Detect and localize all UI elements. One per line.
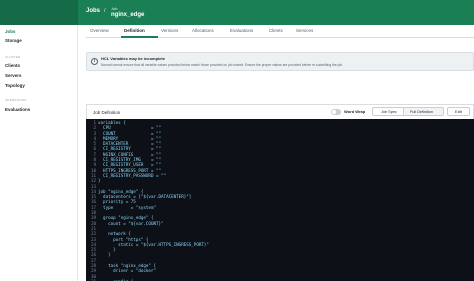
alert-title: HCL Variables may be incomplete [101,56,165,61]
breadcrumb-job-name[interactable]: nginx_edge [111,12,144,18]
full-definition-button[interactable]: Full Definition [410,110,433,114]
breadcrumb-separator: / [104,8,106,14]
word-wrap-toggle[interactable] [331,109,341,115]
top-navigation-bar: Jobs / Job nginx_edge [0,0,474,25]
tab-evaluations[interactable]: Evaluations [230,28,253,33]
job-definition-header: Job Definition Word Wrap Job Spec Full D… [86,104,474,119]
info-icon: i [91,58,98,65]
view-mode-switch: Job Spec Full Definition [372,107,444,116]
tab-services[interactable]: Services [296,28,313,33]
tab-overview[interactable]: Overview [90,28,109,33]
sidebar-item-jobs[interactable]: Jobs [5,29,16,34]
sidebar-heading-operations: OPERATIONS [5,98,27,102]
job-definition-label: Job Definition [93,110,121,115]
code-editor[interactable]: 1 variables {2 CPU = "" 3 COUNT = "" 4 MEMO… [86,119,474,281]
tab-definition[interactable]: Definition [124,28,145,33]
breadcrumb-jobs[interactable]: Jobs [86,8,100,14]
brand-area[interactable] [0,0,78,25]
sidebar-item-storage[interactable]: Storage [5,38,22,43]
sidebar-item-evaluations[interactable]: Evaluations [5,107,30,112]
sidebar-heading-cluster: CLUSTER [5,55,21,59]
sidebar: Jobs Storage CLUSTER Clients Servers Top… [0,25,78,281]
job-spec-button[interactable]: Job Spec [381,110,397,114]
tab-versions[interactable]: Versions [161,28,178,33]
hcl-variables-alert: i HCL Variables may be incomplete Nomad … [86,52,474,71]
sidebar-item-clients[interactable]: Clients [5,63,20,68]
code-lines: 1 variables {2 CPU = "" 3 COUNT = "" 4 MEMO… [86,120,474,281]
toggle-knob [332,110,336,114]
sidebar-item-topology[interactable]: Topology [5,83,25,88]
sidebar-item-servers[interactable]: Servers [5,73,22,78]
breadcrumb-job-type: Job [111,6,118,11]
job-tabs: Overview Definition Versions Allocations… [86,25,474,38]
word-wrap-label[interactable]: Word Wrap [344,109,365,114]
active-tab-indicator [121,36,158,38]
tab-clients[interactable]: Clients [269,28,283,33]
tab-allocations[interactable]: Allocations [192,28,214,33]
main-content: Overview Definition Versions Allocations… [78,25,474,281]
edit-button[interactable]: Edit [447,107,470,116]
alert-message: Nomad cannot ensure that all variable va… [101,63,343,67]
